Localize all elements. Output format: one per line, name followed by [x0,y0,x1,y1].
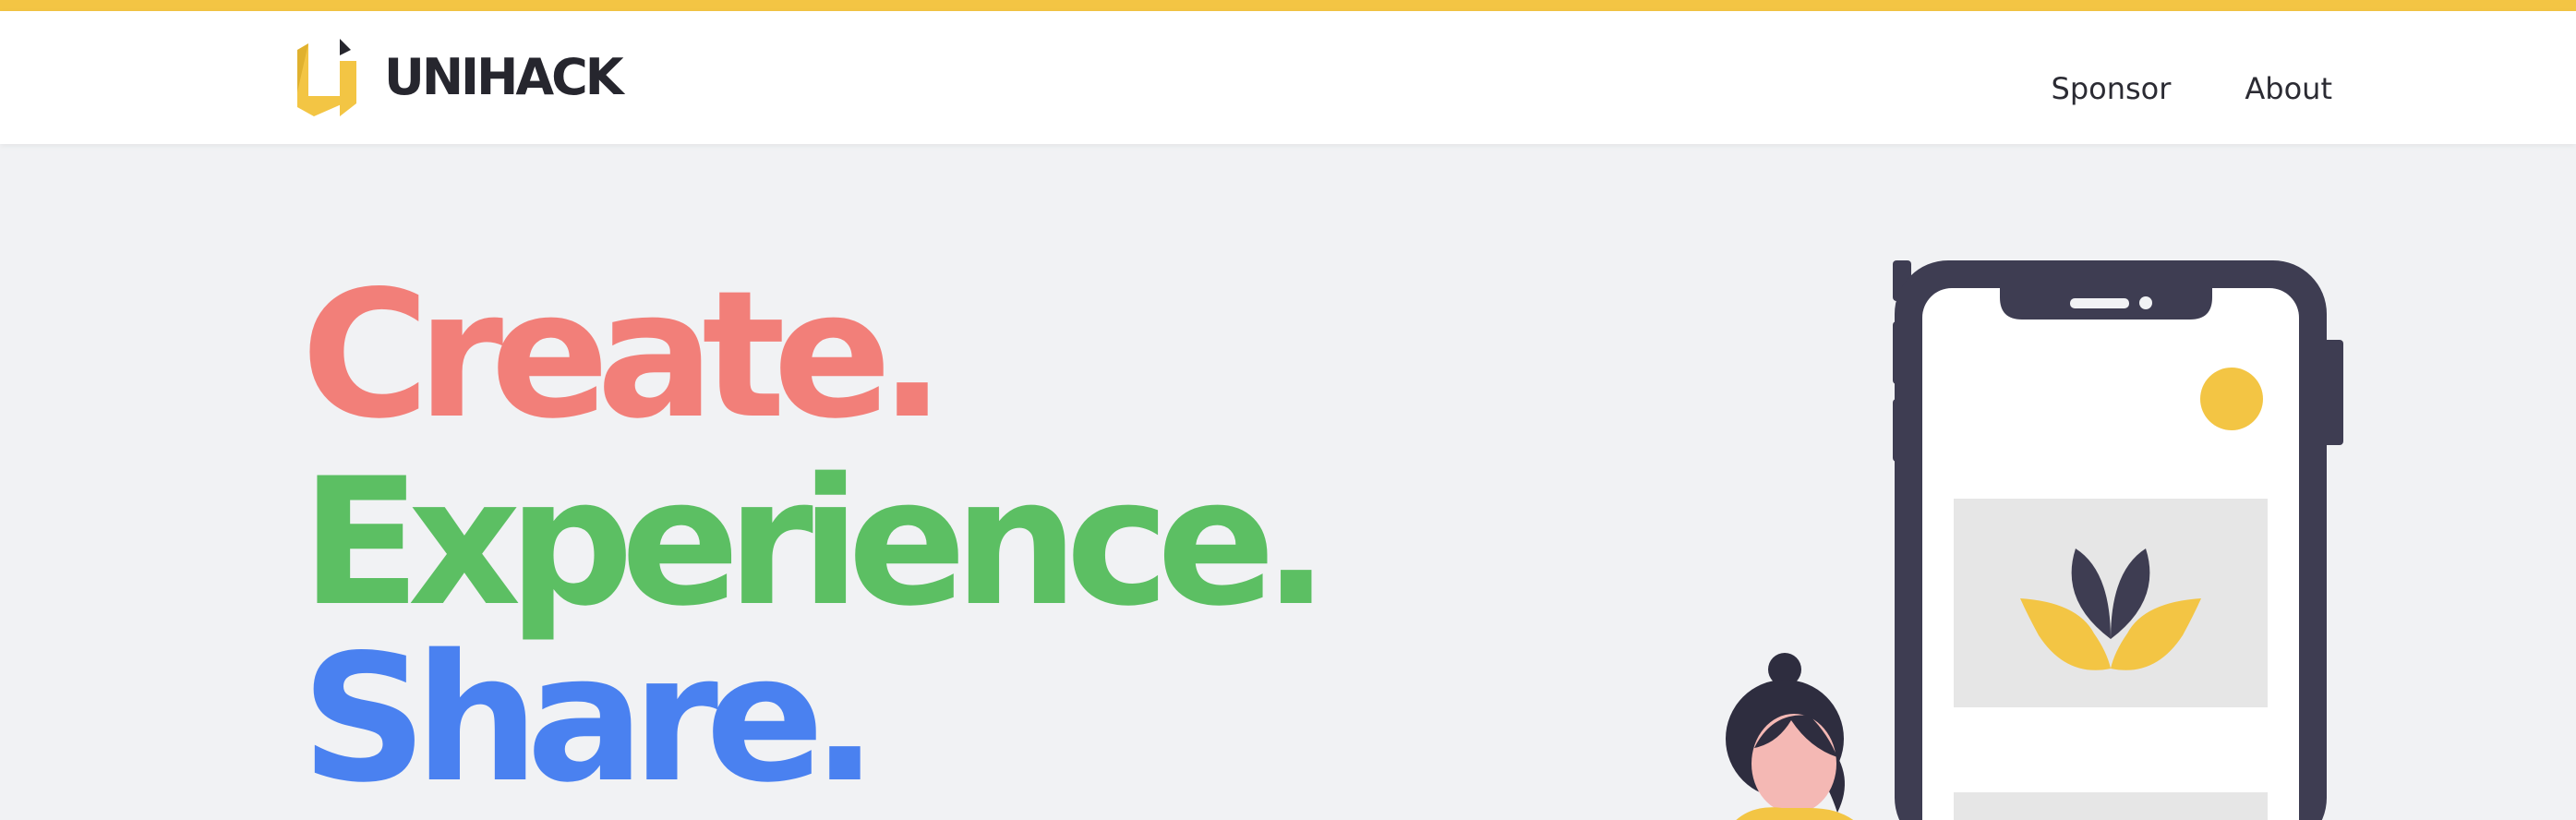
nav-sponsor-link[interactable]: Sponsor [2052,71,2172,106]
hero-line-experience: Experience. [301,440,1330,645]
phone-device [1893,260,2343,820]
person-illustration [1726,653,1854,820]
main-nav: Sponsor About [2052,22,2333,155]
unihack-logo-icon [297,39,356,116]
site-header: UNIHACK Sponsor About [0,11,2576,144]
brand-home-link[interactable]: UNIHACK [297,39,624,116]
hero-line-share: Share. [301,617,878,820]
nav-about-link[interactable]: About [2245,71,2332,106]
top-accent-stripe [0,0,2576,11]
hero-line-create: Create. [301,253,945,457]
phone-illustration [1726,260,2343,820]
brand-name: UNIHACK [384,48,624,106]
